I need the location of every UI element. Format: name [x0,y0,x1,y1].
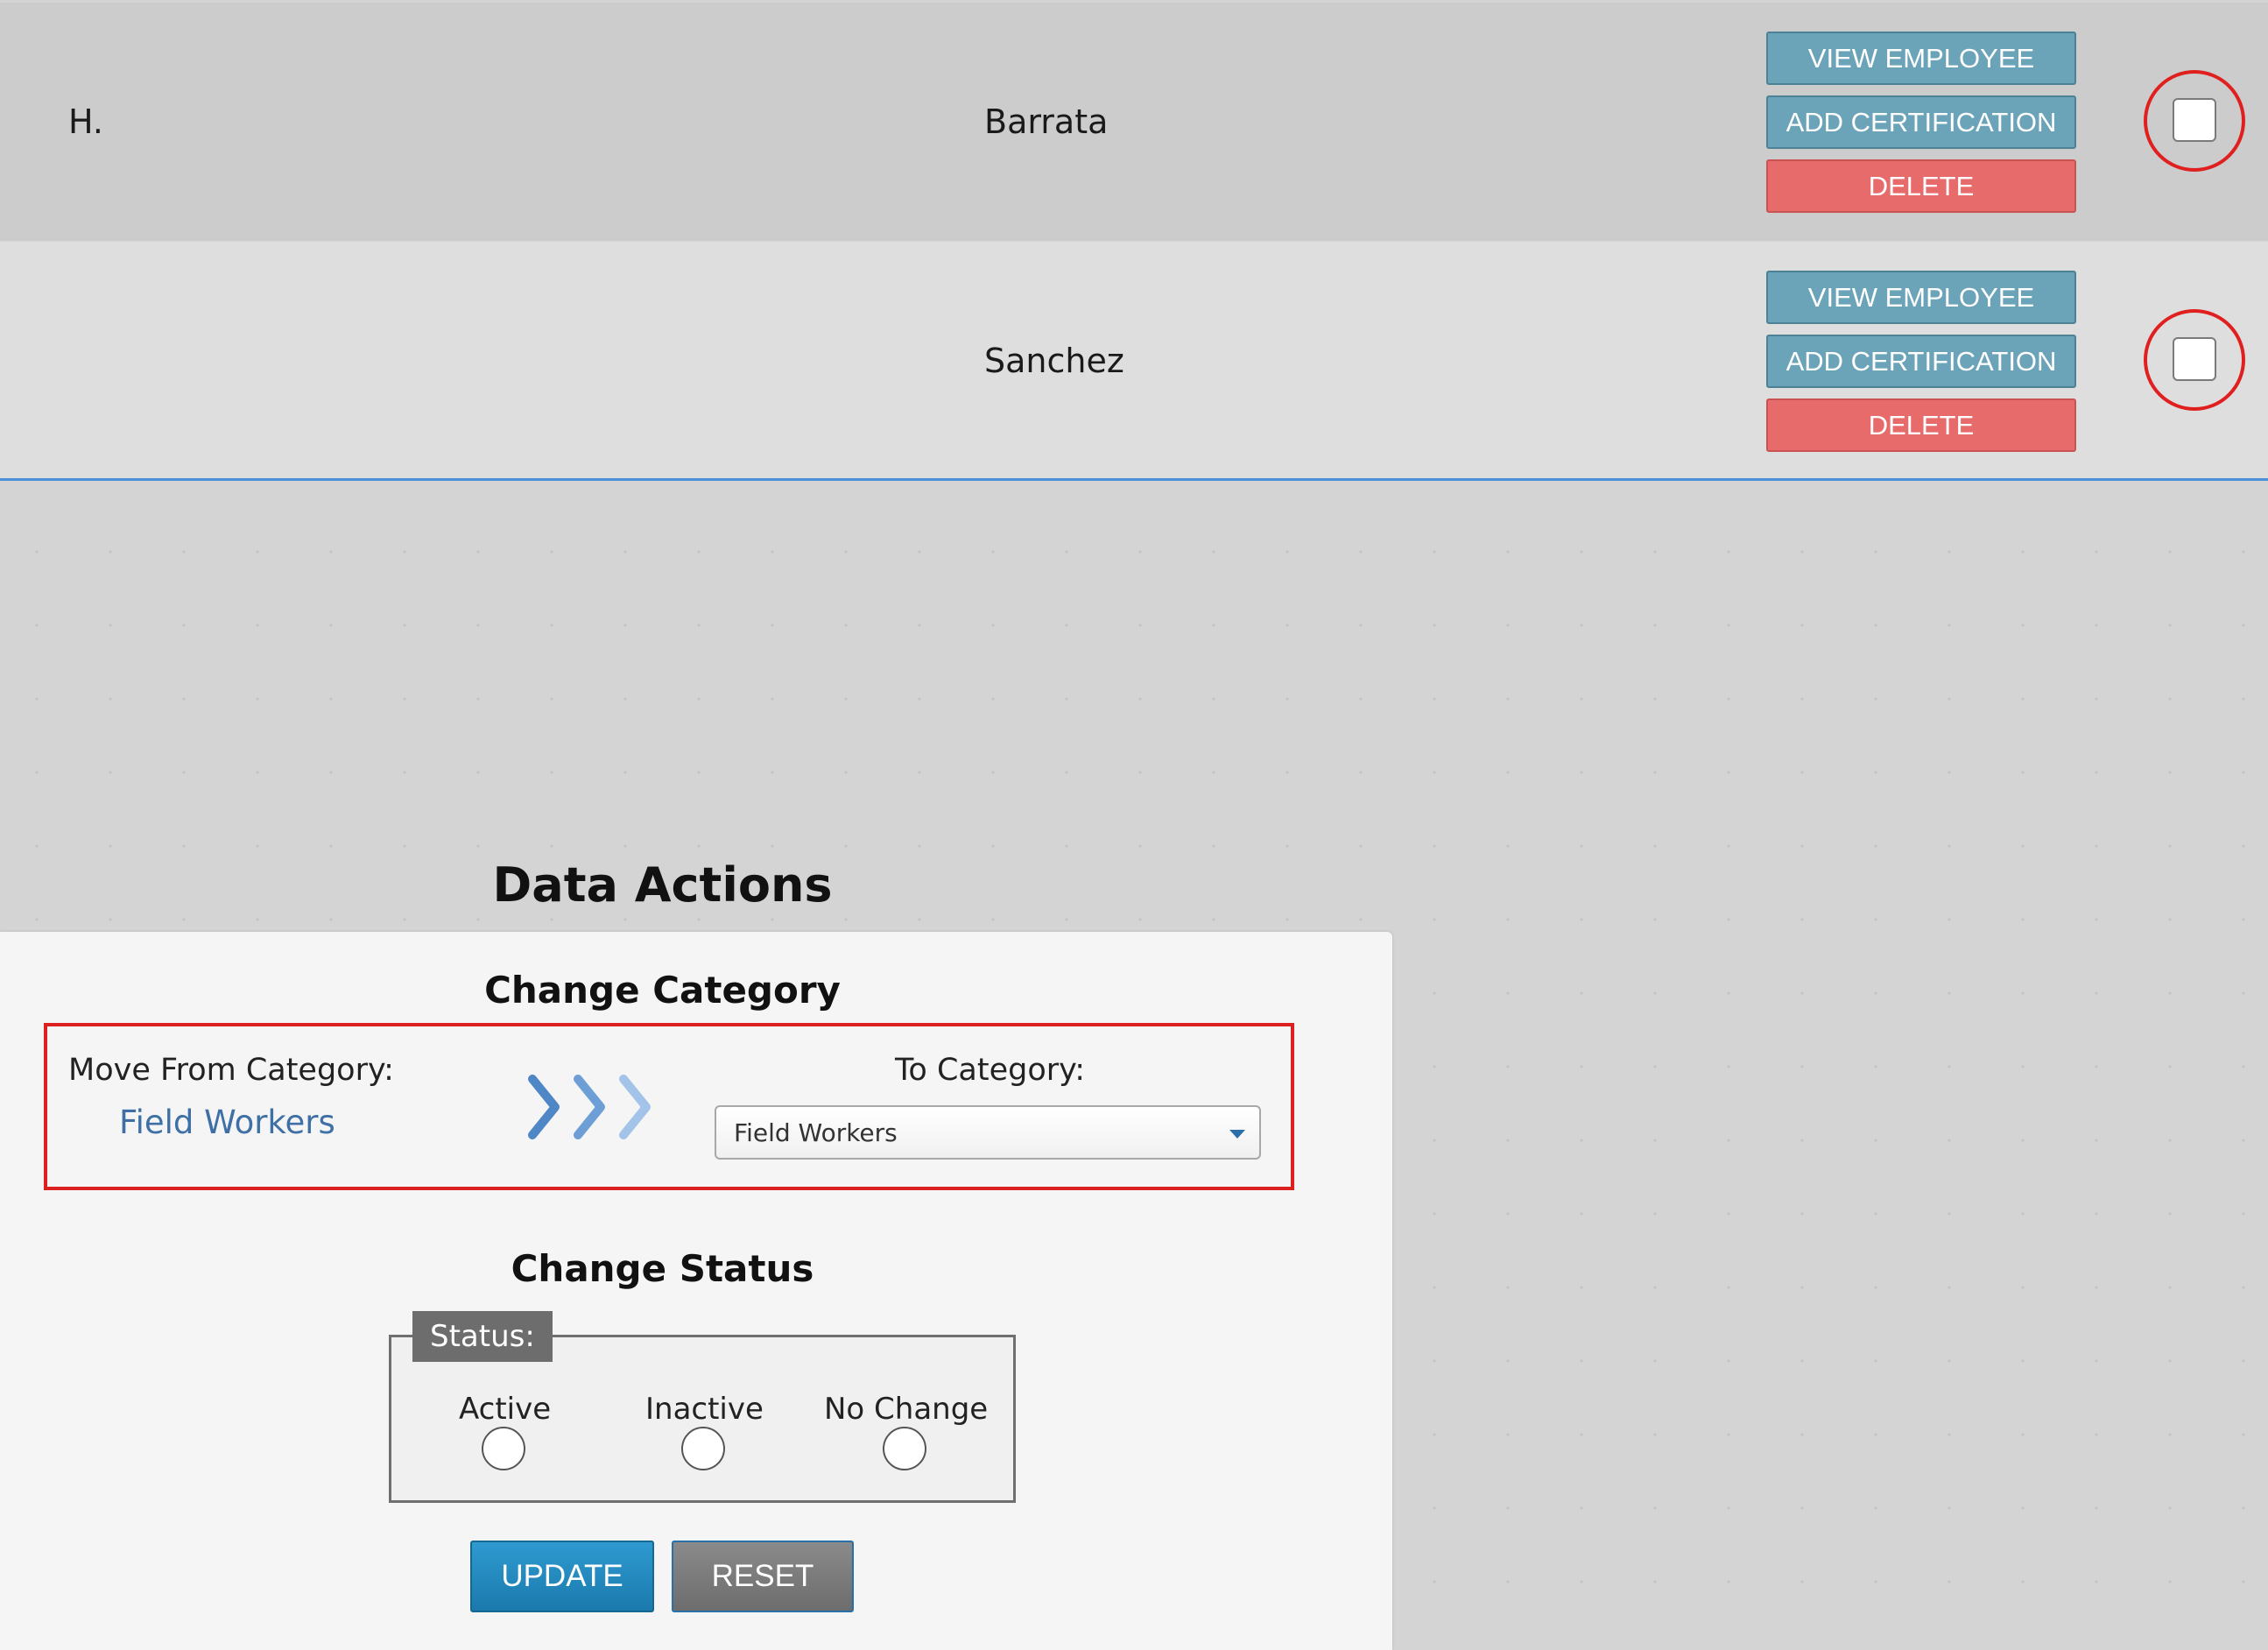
employee-row: H. Barrata VIEW EMPLOYEE ADD CERTIFICATI… [0,3,2268,241]
change-category-heading: Change Category [484,969,841,1012]
chevrons-right-icon [528,1075,651,1139]
update-button[interactable]: UPDATE [470,1541,654,1612]
status-inactive-radio[interactable] [681,1427,725,1470]
from-category-value: Field Workers [119,1104,335,1141]
status-active-label: Active [459,1392,552,1427]
status-no-change-radio[interactable] [883,1427,926,1470]
chevron-down-icon [1229,1130,1245,1139]
to-category-label: To Category: [895,1053,1086,1088]
status-no-change-label: No Change [824,1392,989,1427]
delete-button[interactable]: DELETE [1766,159,2076,213]
status-legend: Status: [412,1311,553,1362]
last-name-cell: Sanchez [984,342,1124,380]
add-certification-button[interactable]: ADD CERTIFICATION [1766,95,2076,149]
change-status-heading: Change Status [511,1247,814,1290]
from-category-label: Move From Category: [68,1053,394,1088]
view-employee-button[interactable]: VIEW EMPLOYEE [1766,271,2076,324]
status-fieldset: Status: Active Inactive No Change [389,1311,1016,1503]
row-select-checkbox[interactable] [2173,98,2216,142]
employee-row: Sanchez VIEW EMPLOYEE ADD CERTIFICATION … [0,242,2268,481]
data-actions-panel: Change Category Move From Category: Fiel… [0,932,1392,1650]
last-name-cell: Barrata [984,102,1109,141]
delete-button[interactable]: DELETE [1766,398,2076,452]
to-category-selected-value: Field Workers [734,1118,898,1147]
status-inactive-label: Inactive [645,1392,764,1427]
status-active-radio[interactable] [482,1427,525,1470]
change-category-box: Move From Category: Field Workers To Cat… [44,1023,1294,1190]
data-actions-title: Data Actions [492,857,833,913]
first-name-cell: H. [68,102,103,141]
reset-button[interactable]: RESET [672,1541,854,1612]
add-certification-button[interactable]: ADD CERTIFICATION [1766,335,2076,388]
row-select-checkbox[interactable] [2173,337,2216,381]
view-employee-button[interactable]: VIEW EMPLOYEE [1766,32,2076,85]
to-category-select[interactable]: Field Workers [715,1105,1261,1160]
